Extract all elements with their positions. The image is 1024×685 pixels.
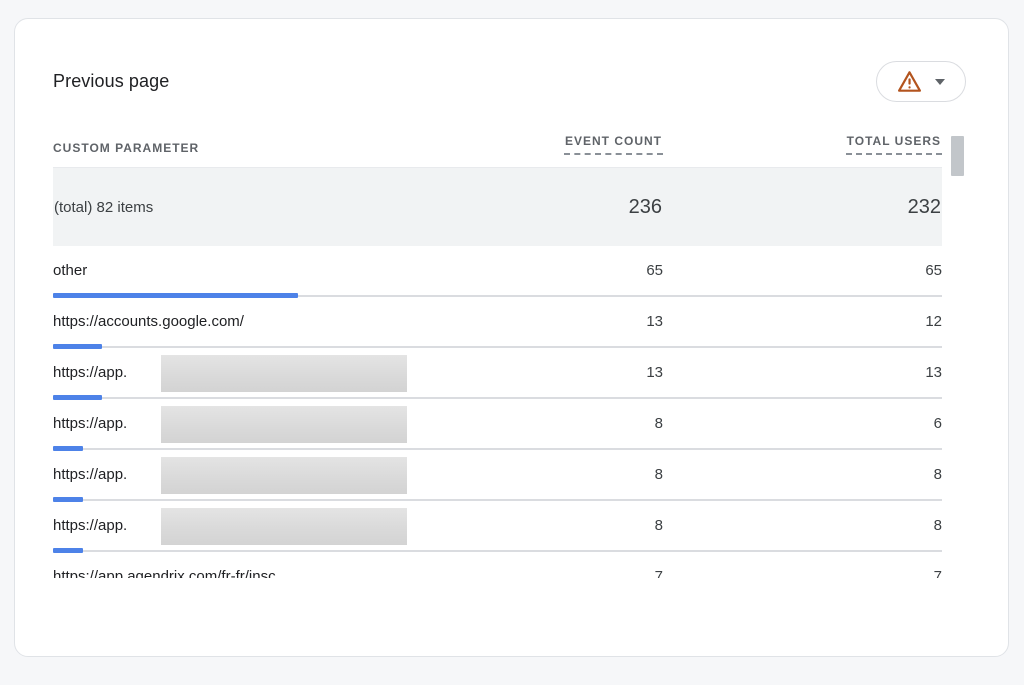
row-event-count: 13 (513, 313, 663, 330)
column-header-total-users[interactable]: TOTAL USERS (663, 134, 942, 155)
row-value-bar (53, 446, 83, 451)
table-header-row: CUSTOM PARAMETER EVENT COUNT TOTAL USERS (53, 134, 942, 165)
chevron-down-icon (935, 79, 945, 85)
redaction-box (161, 457, 407, 494)
card-header: Previous page (15, 19, 1008, 102)
row-total-users: 8 (663, 466, 942, 483)
row-total-users: 12 (663, 313, 942, 330)
row-event-count: 8 (513, 415, 663, 432)
total-total-users: 232 (662, 196, 941, 219)
row-param-label: https://app.agendrix.com/fr-fr/insc (53, 568, 513, 578)
total-row-label: (total) 82 items (54, 199, 512, 216)
row-value-bar (53, 548, 83, 553)
row-event-count: 8 (513, 517, 663, 534)
row-total-users: 13 (663, 364, 942, 381)
row-total-users: 65 (663, 262, 942, 279)
page-title: Previous page (53, 71, 169, 92)
column-header-custom-parameter[interactable]: CUSTOM PARAMETER (53, 141, 513, 155)
row-total-users: 8 (663, 517, 942, 534)
row-event-count: 8 (513, 466, 663, 483)
table-row[interactable]: https://app. 8 6 (53, 399, 942, 450)
row-value-bar (53, 344, 102, 349)
row-value-bar (53, 395, 102, 400)
row-event-count: 13 (513, 364, 663, 381)
redaction-box (161, 508, 407, 545)
warning-triangle-icon (897, 70, 922, 93)
data-quality-dropdown-button[interactable] (876, 61, 966, 102)
row-param-label: other (53, 262, 513, 279)
previous-page-card: Previous page CUSTOM PARAMETER EVENT COU… (14, 18, 1009, 657)
row-event-count: 7 (513, 568, 663, 578)
table-row[interactable]: https://app. 8 8 (53, 450, 942, 501)
redaction-box (161, 355, 407, 392)
table-row[interactable]: other 65 65 (53, 246, 942, 297)
row-event-count: 65 (513, 262, 663, 279)
row-value-bar (53, 497, 83, 502)
row-total-users: 6 (663, 415, 942, 432)
table-row[interactable]: https://accounts.google.com/ 13 12 (53, 297, 942, 348)
vertical-scrollbar-thumb[interactable] (951, 136, 964, 176)
row-param-label: https://accounts.google.com/ (53, 313, 513, 330)
table-total-row: (total) 82 items 236 232 (53, 167, 942, 246)
row-total-users: 7 (663, 568, 942, 578)
table-row[interactable]: https://app. 8 8 (53, 501, 942, 552)
column-header-event-count[interactable]: EVENT COUNT (513, 134, 663, 155)
table-body: other 65 65 https://accounts.google.com/… (53, 246, 942, 578)
row-value-bar (53, 293, 298, 298)
previous-page-table: CUSTOM PARAMETER EVENT COUNT TOTAL USERS… (15, 134, 1008, 578)
table-row[interactable]: https://app.agendrix.com/fr-fr/insc 7 7 (53, 552, 942, 578)
table-row[interactable]: https://app. 13 13 (53, 348, 942, 399)
redaction-box (161, 406, 407, 443)
total-event-count: 236 (512, 196, 662, 219)
